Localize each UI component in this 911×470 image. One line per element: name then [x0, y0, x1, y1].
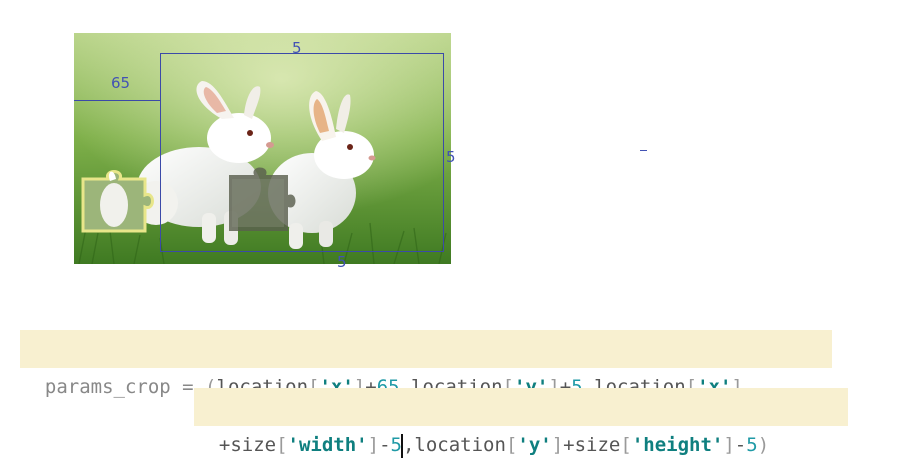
code-token: +size [563, 434, 621, 456]
code-token: ] [551, 434, 564, 456]
code-token: [ [276, 434, 288, 456]
code-token: - [379, 434, 391, 456]
code-token: - [734, 434, 747, 456]
code-token: [ [620, 434, 632, 456]
code-token: ) [757, 434, 770, 456]
code-token: [ [505, 434, 518, 456]
code-line-1: params_crop = (location['x']+65,location… [20, 330, 832, 398]
right-offset-label: 5 [446, 148, 456, 166]
code-token: 5 [746, 434, 758, 456]
code-token: ] [723, 434, 735, 456]
stray-dash-mark [640, 150, 647, 151]
crop-rect [160, 53, 444, 252]
code-token: +size [218, 434, 277, 456]
bottom-offset-label: 5 [337, 253, 347, 271]
code-token: ,location [402, 434, 506, 456]
code-line-2-text: +size['width']-5,location['y']+size['hei… [218, 433, 770, 458]
code-token: 'width' [287, 434, 368, 456]
code-token: 'y' [517, 434, 552, 456]
puzzle-piece [81, 170, 154, 233]
code-token: ] [367, 434, 380, 456]
code-token: params_crop = [44, 376, 206, 398]
code-line-2: +size['width']-5,location['y']+size['hei… [194, 388, 848, 458]
top-offset-label: 5 [292, 39, 302, 57]
code-token: 'height' [631, 434, 724, 456]
left-offset-label: 65 [111, 74, 131, 92]
left-offset-line [74, 100, 160, 101]
